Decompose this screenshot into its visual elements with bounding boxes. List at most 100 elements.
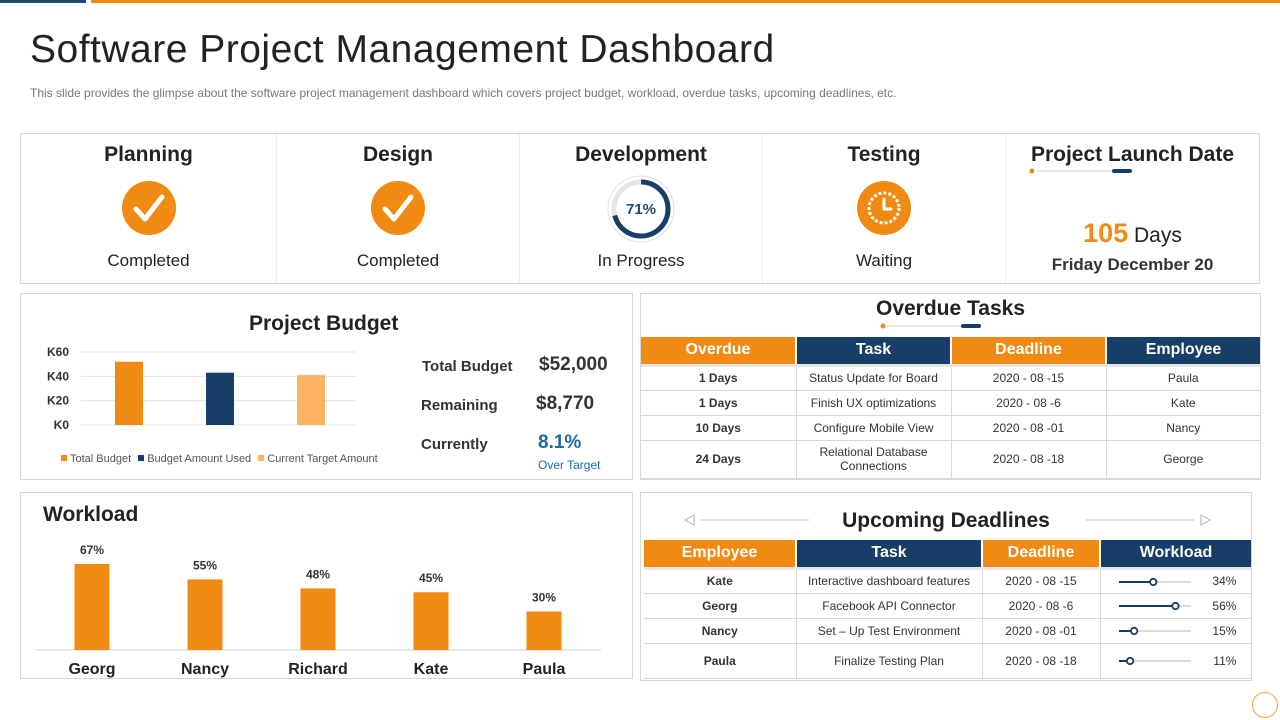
clock-icon [857,181,911,235]
table-row: 1 Days Status Update for Board 2020 - 08… [641,363,1260,391]
top-accent-bar-orange [91,0,1280,3]
workload-value-label: 30% [532,590,556,604]
workload-cell: 56% [1100,593,1251,619]
project-stages-panel: Planning Completed Design Completed Deve… [20,133,1260,284]
remaining-label: Remaining [421,397,498,414]
workload-bar [74,564,110,650]
corner-decoration-circle [1252,692,1278,718]
workload-bar-chart: 67% Georg 55% Nancy 48% Richard 45% Kate 30% Paul… [35,543,601,678]
remaining-value: $8,770 [536,393,595,414]
stage-title: Design [362,143,433,166]
workload-bar [413,592,449,650]
workload-category-label: Paula [523,661,566,678]
upcoming-deadlines-table: Employee Task Deadline Workload Kate Int… [644,540,1251,679]
column-header-deadline: Deadline [982,540,1101,568]
budget-legend: Total Budget Budget Amount Used Current … [61,453,382,465]
title-divider [1029,168,1132,174]
slider-knob[interactable] [1130,627,1139,636]
over-target-note: Over Target [538,458,601,472]
page-title: Software Project Management Dashboard [30,28,775,71]
column-header-task: Task [796,540,983,568]
project-launch-date: Project Launch Date 105 Days Friday Dece… [1005,134,1259,283]
workload-bar [526,611,562,650]
stage-planning: Planning Completed [21,134,276,283]
launch-title: Project Launch Date [1030,143,1235,166]
budget-bar [297,375,325,425]
table-row: 1 Days Finish UX optimizations 2020 - 08… [641,390,1260,416]
currently-label: Currently [421,436,488,453]
workload-cell: 15% [1100,618,1251,644]
stage-development: Development 71% In Progress [519,134,762,283]
budget-y-tick-label: K0 [54,418,70,432]
table-row: Paula Finalize Testing Plan 2020 - 08 -1… [644,643,1251,679]
legend-item-target-amount: Current Target Amount [258,453,378,465]
workload-panel: Workload 67% Georg 55% Nancy 48% Richard 45% Ka… [20,492,633,679]
workload-value-label: 55% [193,558,217,572]
slider-knob[interactable] [1149,577,1158,586]
overdue-tasks-table: Overdue Task Deadline Employee 1 Days St… [641,337,1260,479]
workload-cell: 34% [1100,566,1251,594]
legend-item-budget-used: Budget Amount Used [138,453,251,465]
budget-y-tick-label: K40 [47,369,69,383]
top-accent-bar-navy [0,0,86,3]
budget-bar [115,361,143,425]
column-header-employee: Employee [644,540,797,568]
workload-category-label: Georg [68,661,115,678]
stage-status: Waiting [855,251,913,270]
days-unit: Days [1134,224,1182,247]
workload-bar [300,588,336,650]
workload-category-label: Nancy [181,661,229,678]
project-budget-panel: Project Budget K0 K20 K40 K60 Total Budget … [20,293,633,480]
stage-testing: Testing Waiting [762,134,1005,283]
slider-knob[interactable] [1171,602,1180,611]
table-row: Georg Facebook API Connector 2020 - 08 -… [644,593,1251,619]
days-number: 105 [1083,218,1129,248]
overdue-tasks-panel: Overdue Tasks Overdue Task Deadline Empl… [640,293,1261,480]
page-subtitle: This slide provides the glimpse about th… [30,86,897,100]
stage-status: Completed [107,251,190,270]
stage-design: Design Completed [276,134,519,283]
title-divider [880,323,981,329]
stage-status: In Progress [597,251,685,270]
workload-value-label: 48% [306,567,330,581]
table-row: Kate Interactive dashboard features 2020… [644,566,1251,594]
budget-bar [206,372,234,425]
table-row: 24 Days Relational Database Connections … [641,440,1260,479]
currently-value: 8.1% [538,432,582,453]
workload-cell: 11% [1100,643,1251,679]
progress-ring-icon: 71% [607,175,675,243]
stage-status: Completed [356,251,440,270]
budget-y-tick-label: K60 [47,345,69,359]
column-header-overdue: Overdue [641,337,797,365]
column-header-employee: Employee [1106,337,1260,365]
total-budget-label: Total Budget [422,358,513,375]
stage-title: Testing [847,143,921,166]
check-icon [371,181,425,235]
stage-title: Planning [104,143,193,166]
workload-value-label: 67% [80,543,104,557]
launch-date: Friday December 20 [1051,255,1214,274]
table-row: 10 Days Configure Mobile View 2020 - 08 … [641,415,1260,441]
overdue-title: Overdue Tasks [875,297,1026,320]
right-arrow-icon [1086,514,1212,526]
workload-slider[interactable] [1115,601,1195,611]
workload-value-label: 45% [419,571,443,585]
launch-days-remaining: 105 Days [1006,218,1259,249]
workload-bar [187,579,223,650]
check-icon [121,181,176,235]
budget-bar-chart: K0 K20 K40 K60 [47,345,356,432]
legend-item-total-budget: Total Budget [61,453,131,465]
workload-slider[interactable] [1115,656,1195,666]
slider-knob[interactable] [1126,657,1135,666]
stage-title: Development [575,143,707,166]
workload-slider[interactable] [1115,577,1195,587]
column-header-deadline: Deadline [951,337,1107,365]
workload-category-label: Kate [414,661,449,678]
table-row: Nancy Set – Up Test Environment 2020 - 0… [644,618,1251,644]
upcoming-deadlines-panel: Upcoming Deadlines Employee Task Deadlin… [640,492,1252,681]
column-header-task: Task [796,337,952,365]
total-budget-value: $52,000 [539,354,608,375]
column-header-workload: Workload [1100,540,1251,568]
workload-slider[interactable] [1115,626,1195,636]
budget-y-tick-label: K20 [47,394,69,408]
